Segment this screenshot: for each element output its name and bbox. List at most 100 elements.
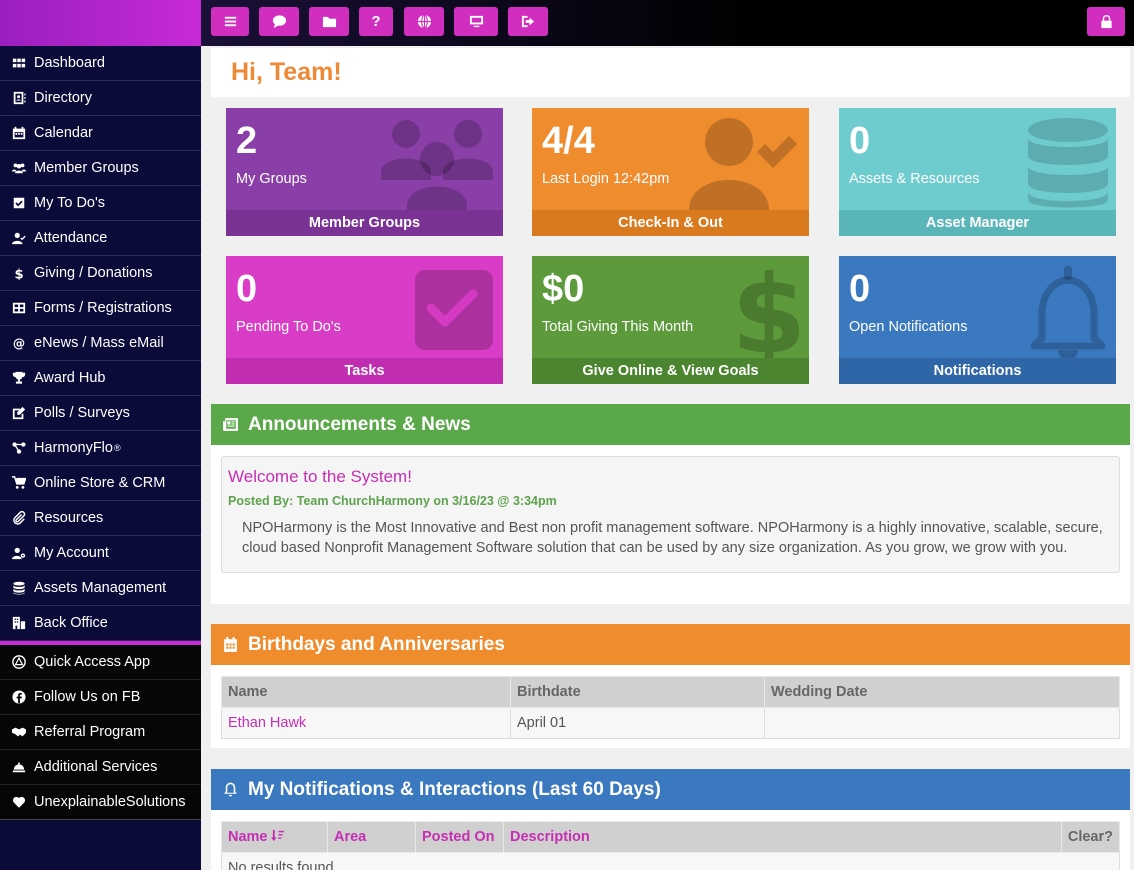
edit-icon [10, 404, 28, 422]
lock-button[interactable] [1087, 7, 1125, 36]
sidebar-item-referral-program[interactable]: Referral Program [0, 715, 201, 750]
column-header-name[interactable]: Name [221, 821, 328, 853]
column-header-clear: Clear? [1060, 821, 1121, 853]
tile-notifications[interactable]: 0 Open Notifications Notifications [839, 256, 1116, 384]
sidebar-item-label: Calendar [34, 125, 93, 141]
bell-icon [1030, 266, 1106, 358]
tile-asset-manager[interactable]: 0 Assets & Resources Asset Manager [839, 108, 1116, 236]
sidebar-item-back-office[interactable]: Back Office [0, 606, 201, 641]
person-name-link[interactable]: Ethan Hawk [221, 707, 511, 739]
calendar-icon [10, 124, 28, 142]
sidebar-item-label: Follow Us on FB [34, 689, 141, 705]
users-icon [10, 159, 28, 177]
sidebar-item-label: My To Do's [34, 195, 105, 211]
sidebar-item-label: Assets Management [34, 580, 167, 596]
sidebar-item-label: Giving / Donations [34, 265, 153, 281]
folder-button[interactable] [309, 7, 349, 36]
sidebar-item-label: Referral Program [34, 724, 146, 740]
help-icon: ? [371, 13, 381, 30]
help-button[interactable]: ? [359, 7, 393, 36]
grid-icon [10, 54, 28, 72]
sidebar-item-unexplainablesolutions[interactable]: UnexplainableSolutions [0, 785, 201, 820]
column-header-wedding-date: Wedding Date [764, 676, 1120, 708]
notifications-header: My Notifications & Interactions (Last 60… [211, 769, 1130, 810]
users-icon [381, 120, 493, 210]
app-icon [10, 653, 28, 671]
birthdate-cell: April 01 [510, 707, 765, 739]
sidebar-item-harmonyflo[interactable]: HarmonyFlo ® [0, 431, 201, 466]
sidebar-item-award-hub[interactable]: Award Hub [0, 361, 201, 396]
announcements-panel: Announcements & News Welcome to the Syst… [211, 404, 1130, 604]
facebook-icon [10, 688, 28, 706]
sidebar-item-calendar[interactable]: Calendar [0, 116, 201, 151]
sidebar-item-resources[interactable]: Resources [0, 501, 201, 536]
form-icon [10, 299, 28, 317]
column-header-description[interactable]: Description [503, 821, 1062, 853]
tile-value: 4/4 [542, 120, 595, 162]
tile-value: 0 [849, 120, 871, 162]
sidebar-item-additional-services[interactable]: Additional Services [0, 750, 201, 785]
heart-icon [10, 793, 28, 811]
tile-label: My Groups [236, 171, 307, 187]
sidebar-item-my-account[interactable]: My Account [0, 536, 201, 571]
at-icon: @ [10, 334, 28, 352]
tile-footer-link[interactable]: Check-In & Out [532, 210, 809, 236]
tile-check-in[interactable]: 4/4 Last Login 12:42pm Check-In & Out [532, 108, 809, 236]
tile-value: 0 [236, 268, 258, 310]
sidebar-item-attendance[interactable]: Attendance [0, 221, 201, 256]
greeting-bar: Hi, Team! [211, 48, 1130, 97]
dollar-icon: $ [731, 262, 801, 358]
sidebar-item-label: Resources [34, 510, 104, 526]
user-check-icon [689, 118, 797, 210]
chat-icon [272, 15, 286, 29]
birthdays-header: Birthdays and Anniversaries [211, 624, 1130, 665]
tile-label: Last Login 12:42pm [542, 171, 670, 187]
notifications-panel: My Notifications & Interactions (Last 60… [211, 769, 1130, 870]
tile-label: Pending To Do's [236, 319, 341, 335]
tile-footer-link[interactable]: Give Online & View Goals [532, 358, 809, 384]
sidebar-item-assets-management[interactable]: Assets Management [0, 571, 201, 606]
column-header-birthdate: Birthdate [510, 676, 765, 708]
sidebar-item-enews-mass-email[interactable]: @ eNews / Mass eMail [0, 326, 201, 361]
logout-button[interactable] [508, 7, 548, 36]
sidebar-item-giving-donations[interactable]: $ Giving / Donations [0, 256, 201, 291]
globe-button[interactable] [404, 7, 444, 36]
sidebar-item-forms-registrations[interactable]: Forms / Registrations [0, 291, 201, 326]
tile-footer-link[interactable]: Member Groups [226, 210, 503, 236]
announcements-title: Announcements & News [248, 413, 471, 435]
tile-footer-link[interactable]: Asset Manager [839, 210, 1116, 236]
database-icon [10, 579, 28, 597]
top-toolbar: ? [201, 0, 1134, 46]
sidebar-item-directory[interactable]: Directory [0, 81, 201, 116]
sidebar-secondary-nav: Quick Access App Follow Us on FB Referral … [0, 645, 201, 820]
table-row: No results found. [221, 852, 1120, 870]
tile-value: 0 [849, 268, 871, 310]
sidebar-item-member-groups[interactable]: Member Groups [0, 151, 201, 186]
brand-logo-area[interactable] [0, 0, 201, 46]
tile-tasks[interactable]: 0 Pending To Do's Tasks [226, 256, 503, 384]
tile-footer-link[interactable]: Tasks [226, 358, 503, 384]
sidebar-item-follow-us-on-fb[interactable]: Follow Us on FB [0, 680, 201, 715]
tile-member-groups[interactable]: 2 My Groups Member Groups [226, 108, 503, 236]
tile-footer-link[interactable]: Notifications [839, 358, 1116, 384]
announcement-title[interactable]: Welcome to the System! [228, 467, 412, 487]
monitor-icon [469, 15, 483, 28]
column-header-posted-on[interactable]: Posted On [415, 821, 504, 853]
sidebar-item-dashboard[interactable]: Dashboard [0, 46, 201, 81]
notifications-table: Name Area Posted On Description Clear? N… [221, 821, 1121, 870]
sidebar-item-label: HarmonyFlo [34, 440, 113, 456]
svg-text:$: $ [731, 262, 801, 358]
sidebar-item-label: eNews / Mass eMail [34, 335, 164, 351]
menu-button[interactable] [211, 7, 249, 36]
sidebar-item-my-to-do-s[interactable]: My To Do's [0, 186, 201, 221]
tile-giving[interactable]: $0 Total Giving This Month $ Give Online… [532, 256, 809, 384]
sidebar-item-polls-surveys[interactable]: Polls / Surveys [0, 396, 201, 431]
announcement-card: Welcome to the System! Posted By: Team C… [221, 456, 1120, 573]
monitor-button[interactable] [454, 7, 498, 36]
sidebar-item-quick-access-app[interactable]: Quick Access App [0, 645, 201, 680]
birthdays-table: Name Birthdate Wedding Date Ethan Hawk A… [221, 676, 1120, 739]
sidebar-item-online-store-crm[interactable]: Online Store & CRM [0, 466, 201, 501]
column-header-area[interactable]: Area [327, 821, 416, 853]
svg-text:$: $ [14, 267, 23, 280]
chat-button[interactable] [259, 7, 299, 36]
